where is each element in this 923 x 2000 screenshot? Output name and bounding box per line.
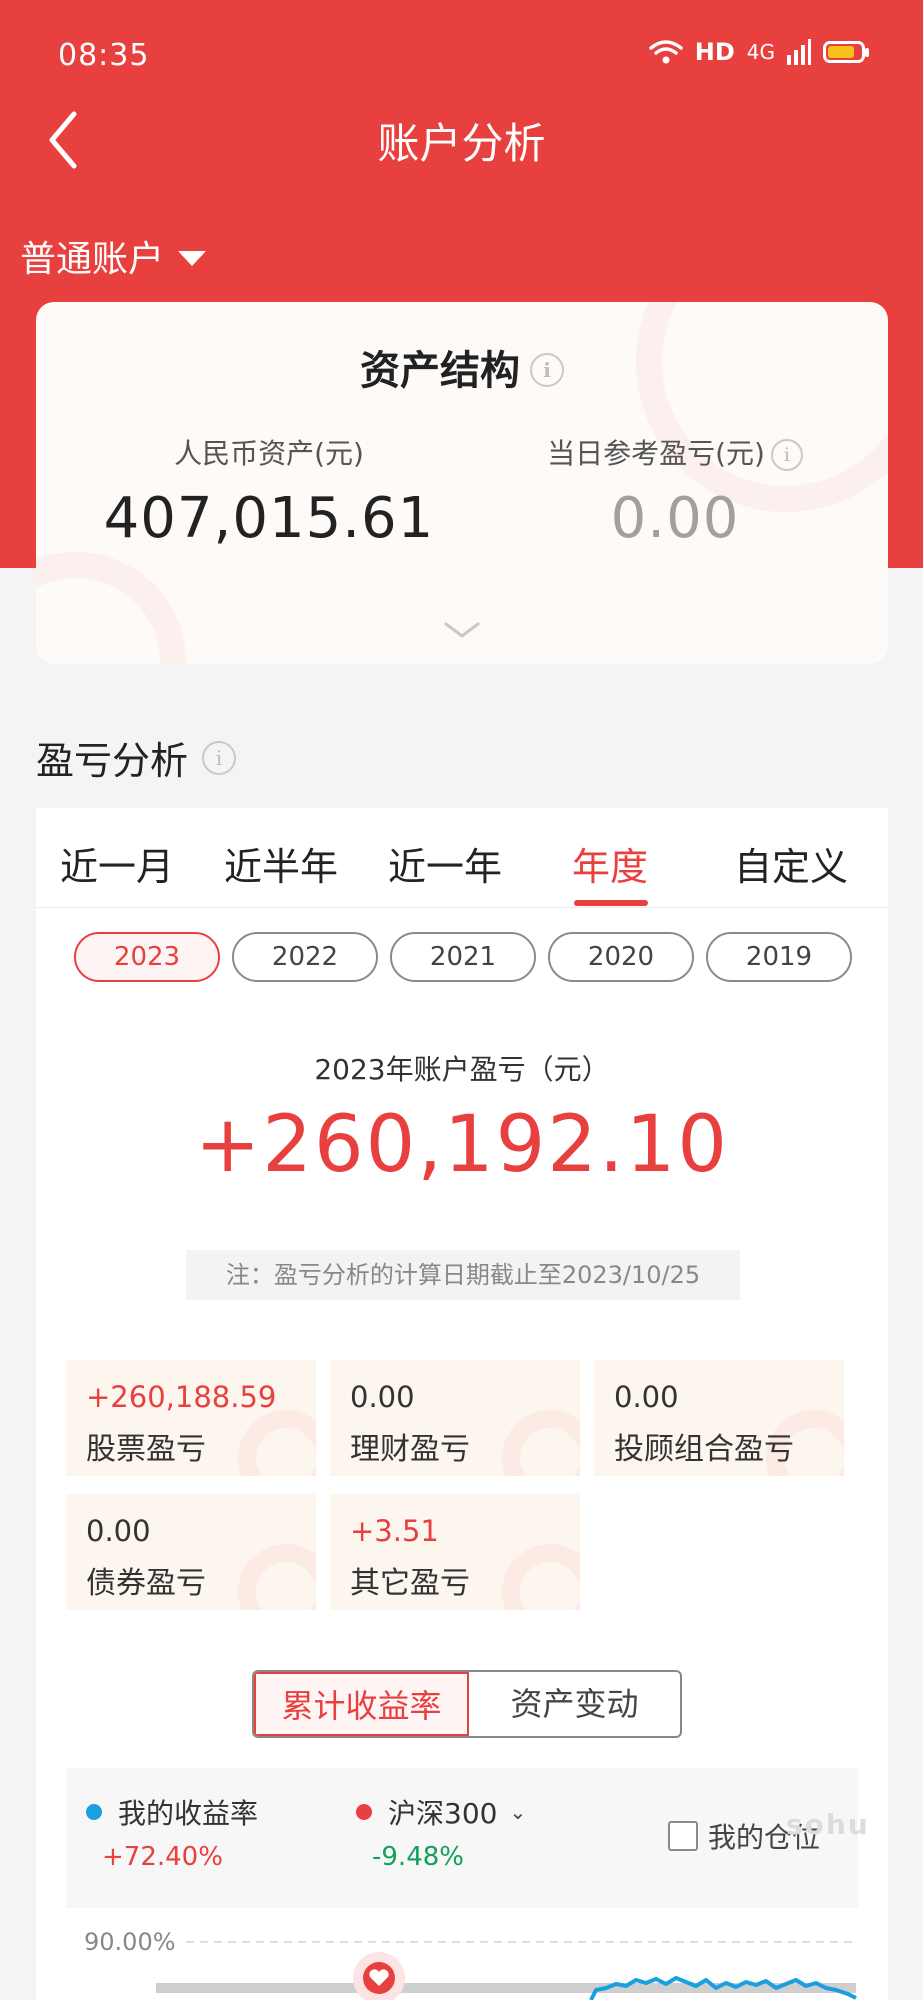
signal-bars-icon bbox=[787, 39, 811, 65]
legend-name: 沪深300 bbox=[388, 1797, 498, 1830]
status-icons: HD 4G bbox=[649, 38, 869, 66]
chevron-down-icon[interactable] bbox=[442, 618, 482, 642]
year-pill-2019[interactable]: 2019 bbox=[706, 932, 852, 982]
chart-legend-panel: 我的收益率 +72.40% 沪深300 ⌄ -9.48% 我的仓位 sohu bbox=[66, 1768, 868, 1908]
daily-pl-label: 当日参考盈亏(元) bbox=[547, 437, 765, 470]
pl-cell-advisory[interactable]: 0.00 投顾组合盈亏 bbox=[594, 1360, 844, 1476]
daily-pl: 当日参考盈亏(元) i 0.00 bbox=[462, 432, 888, 551]
asset-structure-title-text: 资产结构 bbox=[360, 348, 520, 394]
daily-pl-label-row: 当日参考盈亏(元) i bbox=[462, 432, 888, 472]
tab-last-month[interactable]: 近一月 bbox=[60, 836, 174, 891]
pl-cell-name: 股票盈亏 bbox=[86, 1432, 206, 1467]
pl-cell-bond[interactable]: 0.00 债券盈亏 bbox=[66, 1494, 316, 1610]
account-type-label: 普通账户 bbox=[20, 239, 165, 280]
pl-cell-stock[interactable]: +260,188.59 股票盈亏 bbox=[66, 1360, 316, 1476]
account-type-dropdown[interactable]: 普通账户 bbox=[20, 230, 207, 282]
legend-dot bbox=[86, 1804, 102, 1820]
pl-cell-value: 0.00 bbox=[614, 1380, 679, 1414]
sohu-watermark: sohu bbox=[786, 1808, 870, 1841]
legend-name: 我的收益率 bbox=[118, 1797, 259, 1830]
rmb-assets: 人民币资产(元) 407,015.61 bbox=[56, 432, 482, 551]
info-icon[interactable]: i bbox=[530, 353, 564, 387]
year-pl-label: 2023年账户盈亏（元） bbox=[314, 1053, 610, 1086]
year-pill-2022[interactable]: 2022 bbox=[232, 932, 378, 982]
legend-value: -9.48% bbox=[372, 1842, 464, 1872]
tab-yearly[interactable]: 年度 bbox=[572, 836, 648, 891]
hd-indicator: HD bbox=[694, 38, 735, 66]
tab-last-half-year[interactable]: 近半年 bbox=[224, 836, 338, 891]
daily-pl-value: 0.00 bbox=[610, 486, 740, 551]
year-pl-value: +260,192.10 bbox=[195, 1100, 729, 1190]
battery-icon bbox=[823, 41, 869, 63]
chart-mode-toggle: 累计收益率 资产变动 bbox=[252, 1670, 682, 1738]
pl-cell-other[interactable]: +3.51 其它盈亏 bbox=[330, 1494, 580, 1610]
calculation-date-note: 注：盈亏分析的计算日期截止至2023/10/25 bbox=[186, 1250, 740, 1300]
pl-analysis-title-text: 盈亏分析 bbox=[36, 739, 189, 783]
active-tab-indicator bbox=[574, 900, 648, 906]
legend-dot bbox=[356, 1804, 372, 1820]
asset-structure-card: 资产结构 i 人民币资产(元) 407,015.61 当日参考盈亏(元) i 0.0… bbox=[36, 302, 888, 664]
page-title: 账户分析 bbox=[377, 119, 546, 168]
info-icon[interactable]: i bbox=[770, 439, 803, 471]
rmb-assets-value: 407,015.61 bbox=[103, 486, 435, 551]
legend-my-return: 我的收益率 +72.40% bbox=[86, 1792, 258, 1872]
cell-watermark bbox=[502, 1544, 580, 1610]
checkbox[interactable] bbox=[668, 1821, 698, 1851]
return-chart: 90.00% bbox=[36, 1928, 888, 2000]
chevron-down-icon[interactable]: ⌄ bbox=[509, 1800, 526, 1824]
y-axis-tick-top: 90.00% bbox=[84, 1928, 176, 1956]
pl-cell-name: 理财盈亏 bbox=[350, 1432, 470, 1467]
signal-4g-label: 4G bbox=[746, 40, 775, 64]
pl-cell-value: +260,188.59 bbox=[86, 1380, 277, 1414]
pl-cell-name: 其它盈亏 bbox=[350, 1566, 470, 1601]
year-pill-2020[interactable]: 2020 bbox=[548, 932, 694, 982]
pl-cell-name: 债券盈亏 bbox=[86, 1566, 206, 1601]
pl-analysis-card: 近一月 近半年 近一年 年度 自定义 2023 2022 2021 2020 2… bbox=[36, 808, 888, 2000]
pl-cell-value: +3.51 bbox=[350, 1514, 439, 1548]
card-watermark bbox=[36, 552, 186, 664]
asset-change-button[interactable]: 资产变动 bbox=[469, 1672, 680, 1736]
asset-structure-title: 资产结构 i bbox=[36, 338, 888, 396]
wifi-icon bbox=[649, 40, 683, 64]
tab-custom[interactable]: 自定义 bbox=[734, 836, 848, 891]
pl-cell-value: 0.00 bbox=[86, 1514, 151, 1548]
pl-cell-wealth[interactable]: 0.00 理财盈亏 bbox=[330, 1360, 580, 1476]
rmb-assets-label: 人民币资产(元) bbox=[174, 437, 364, 470]
pl-cell-value: 0.00 bbox=[350, 1380, 415, 1414]
caret-down-icon bbox=[178, 250, 207, 266]
status-time: 08:35 bbox=[58, 38, 150, 73]
period-tabs: 近一月 近半年 近一年 年度 自定义 bbox=[36, 808, 888, 908]
pl-cell-name: 投顾组合盈亏 bbox=[614, 1432, 794, 1467]
legend-value: +72.40% bbox=[102, 1842, 223, 1872]
legend-index[interactable]: 沪深300 ⌄ -9.48% bbox=[356, 1792, 526, 1872]
cell-watermark bbox=[238, 1544, 316, 1610]
status-bar: 08:35 HD 4G bbox=[0, 0, 923, 110]
pl-analysis-title: 盈亏分析 i bbox=[36, 730, 237, 785]
year-pill-2021[interactable]: 2021 bbox=[390, 932, 536, 982]
cell-watermark bbox=[238, 1410, 316, 1476]
year-pill-2023[interactable]: 2023 bbox=[74, 932, 220, 982]
info-icon[interactable]: i bbox=[202, 740, 237, 775]
cumulative-return-button[interactable]: 累计收益率 bbox=[254, 1672, 469, 1736]
cell-watermark bbox=[502, 1410, 580, 1476]
tab-last-year[interactable]: 近一年 bbox=[388, 836, 502, 891]
